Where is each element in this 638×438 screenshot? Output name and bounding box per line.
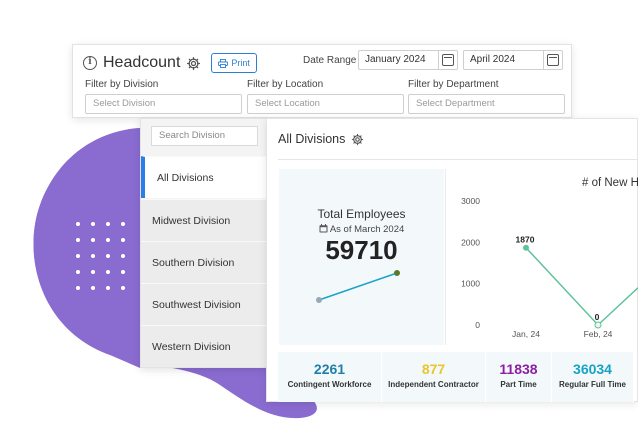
- end-date-value: April 2024: [470, 54, 516, 65]
- date-input-separator: [438, 51, 439, 69]
- stat-value: 11838: [499, 361, 538, 377]
- division-select[interactable]: Select Division: [85, 94, 242, 114]
- y-tick-label: 2000: [461, 237, 480, 247]
- sidebar-item-western-division[interactable]: Western Division: [141, 325, 267, 367]
- stat-label: Regular Full Time: [559, 380, 626, 389]
- date-range-label: Date Range: [303, 55, 357, 66]
- decorative-dots: [76, 222, 125, 290]
- data-point: [594, 321, 602, 329]
- calendar-icon: [319, 224, 328, 233]
- sparkline-point: [394, 270, 400, 276]
- calendar-icon[interactable]: [442, 54, 454, 66]
- start-date-value: January 2024: [365, 54, 426, 65]
- total-employees-card: Total Employees As of March 2024 59710: [279, 169, 444, 345]
- headcount-filter-panel: i Headcount Print Date Range January 202…: [72, 44, 572, 118]
- sidebar-item-midwest-division[interactable]: Midwest Division: [141, 199, 267, 241]
- gear-icon[interactable]: [351, 133, 364, 146]
- division-filter-label: Filter by Division: [85, 79, 159, 90]
- sidebar-item-southern-division[interactable]: Southern Division: [141, 241, 267, 283]
- department-select[interactable]: Select Department: [408, 94, 565, 114]
- total-employees-label: Total Employees: [317, 207, 406, 221]
- screenshot-stage: i Headcount Print Date Range January 202…: [0, 0, 638, 438]
- as-of-row: As of March 2024: [279, 224, 444, 235]
- employment-type-stats: 2261 Contingent Workforce 877 Independen…: [278, 352, 637, 402]
- division-dashboard-panel: All Divisions Total Employees As of Marc…: [266, 118, 638, 402]
- printer-icon: [218, 58, 229, 68]
- stat-part-time: 11838 Part Time: [486, 352, 552, 402]
- data-label: 0: [595, 312, 600, 322]
- sidebar-item-all-divisions[interactable]: All Divisions: [141, 156, 267, 198]
- stat-independent-contractor: 877 Independent Contractor: [382, 352, 486, 402]
- stat-regular-full-time: 36034 Regular Full Time: [552, 352, 634, 402]
- new-hires-chart: # of New H 0 1000 2000 3000 1870 0 Jan, 24 Feb,…: [445, 169, 638, 345]
- new-hires-chart-svg: 0 1000 2000 3000 1870 0 Jan, 24 Feb, 24: [461, 196, 638, 339]
- department-filter-label: Filter by Department: [408, 79, 499, 90]
- dashboard-title-row: All Divisions: [278, 132, 364, 146]
- dashboard-title: All Divisions: [278, 132, 346, 146]
- end-date-input[interactable]: April 2024: [463, 50, 563, 70]
- stat-value: 877: [421, 361, 446, 377]
- gear-icon[interactable]: [186, 56, 201, 71]
- location-select[interactable]: Select Location: [247, 94, 404, 114]
- series-line: [525, 247, 638, 327]
- dashboard-divider: [278, 159, 637, 160]
- data-label: 1870: [516, 235, 535, 245]
- stat-value: 36034: [573, 361, 612, 377]
- stat-label: Part Time: [500, 380, 537, 389]
- info-icon[interactable]: i: [83, 56, 97, 70]
- stat-contingent-workforce: 2261 Contingent Workforce: [278, 352, 382, 402]
- sparkline-segment: [318, 272, 398, 301]
- print-button[interactable]: Print: [211, 53, 257, 73]
- x-tick-label: Jan, 24: [512, 329, 540, 339]
- y-tick-label: 1000: [461, 279, 480, 289]
- stat-label: Independent Contractor: [388, 380, 479, 389]
- sidebar-item-southwest-division[interactable]: Southwest Division: [141, 283, 267, 325]
- start-date-input[interactable]: January 2024: [358, 50, 458, 70]
- page-title: Headcount: [103, 54, 181, 71]
- stat-label: Contingent Workforce: [287, 380, 372, 389]
- location-filter-label: Filter by Location: [247, 79, 324, 90]
- sparkline-point: [316, 297, 322, 303]
- data-point: [523, 244, 529, 251]
- search-division-input[interactable]: Search Division: [151, 126, 258, 146]
- stat-value: 2261: [313, 361, 346, 377]
- y-tick-label: 3000: [461, 196, 480, 206]
- date-input-separator: [543, 51, 544, 69]
- total-employees-sparkline: [316, 270, 400, 303]
- panel-title-row: i Headcount Print: [83, 53, 257, 73]
- calendar-icon[interactable]: [547, 54, 559, 66]
- print-button-label: Print: [231, 58, 250, 68]
- y-tick-label: 0: [475, 320, 480, 330]
- x-tick-label: Feb, 24: [584, 329, 613, 339]
- division-sidebar: Search Division All Divisions Midwest Di…: [140, 118, 268, 368]
- as-of-text: As of March 2024: [329, 224, 405, 235]
